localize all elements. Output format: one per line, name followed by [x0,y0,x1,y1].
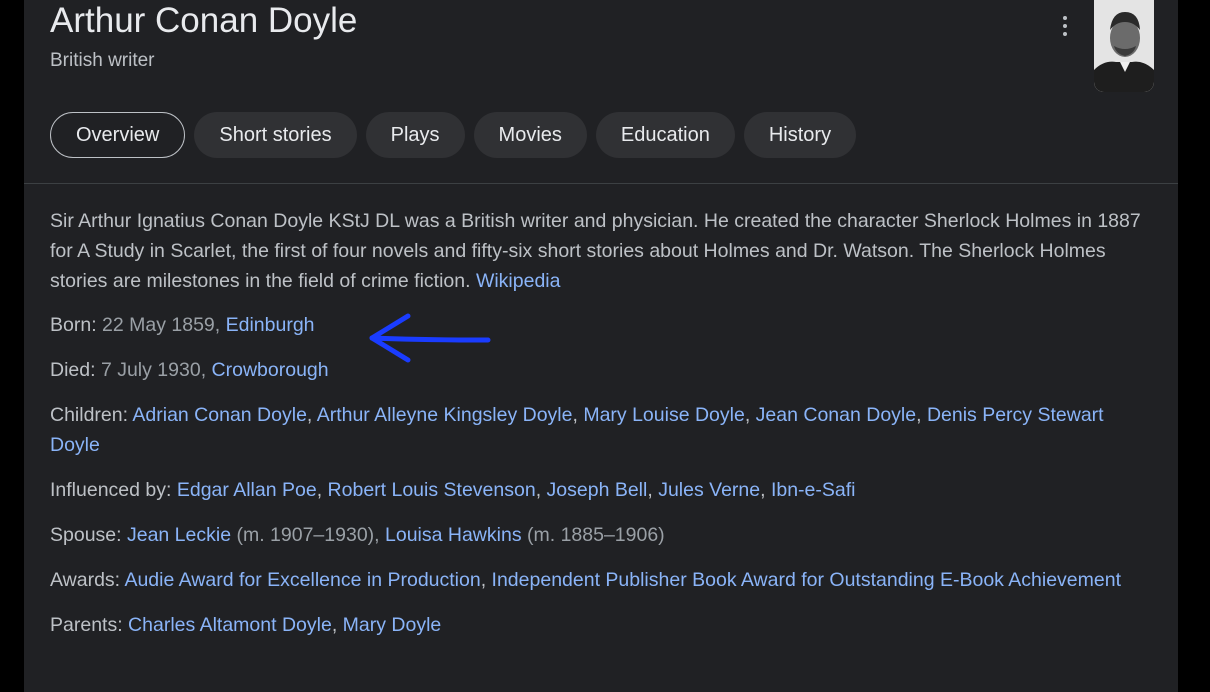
fact-label: Children: [50,404,129,426]
header-divider [24,183,1178,184]
child-link[interactable]: Jean Conan Doyle [756,404,916,426]
panel-body: Sir Arthur Ignatius Conan Doyle KStJ DL … [50,206,1150,655]
page-title: Arthur Conan Doyle [50,1,358,40]
fact-label: Born: [50,314,97,336]
tab-education[interactable]: Education [595,112,735,158]
tab-plays[interactable]: Plays [365,112,465,158]
tab-bar: Overview Short stories Plays Movies Educ… [50,112,857,158]
fact-spouse: Spouse: Jean Leckie (m. 1907–1930), Loui… [50,520,1150,550]
knowledge-panel: Arthur Conan Doyle British writer Overvi… [24,0,1178,692]
fact-parents: Parents: Charles Altamont Doyle, Mary Do… [50,614,442,636]
influence-link[interactable]: Robert Louis Stevenson [328,479,536,501]
influence-link[interactable]: Jules Verne [658,479,760,501]
fact-label: Awards: [50,569,121,591]
fact-label: Spouse: [50,524,122,546]
child-link[interactable]: Adrian Conan Doyle [132,404,307,426]
fact-died: Died: 7 July 1930, Crowborough [50,355,1150,385]
fact-born: Born: 22 May 1859, Edinburgh [50,310,1150,340]
wikipedia-link[interactable]: Wikipedia [476,270,561,292]
child-link[interactable]: Arthur Alleyne Kingsley Doyle [317,404,573,426]
spouse-link[interactable]: Jean Leckie [127,524,231,546]
parent-link[interactable]: Mary Doyle [343,614,442,636]
page-subtitle: British writer [50,50,155,71]
parent-link[interactable]: Charles Altamont Doyle [128,614,332,636]
tab-short-stories[interactable]: Short stories [194,112,357,158]
born-date: 22 May 1859, [102,314,221,336]
fact-influenced-by: Influenced by: Edgar Allan Poe, Robert L… [50,479,856,501]
tab-history[interactable]: History [743,112,857,158]
tab-movies[interactable]: Movies [473,112,587,158]
influence-link[interactable]: Edgar Allan Poe [177,479,317,501]
award-link[interactable]: Audie Award for Excellence in Production [124,569,480,591]
died-place-link[interactable]: Crowborough [212,359,329,381]
spouse-link[interactable]: Louisa Hawkins [385,524,522,546]
portrait-image[interactable] [1094,0,1154,92]
annotation-arrow-icon [369,313,491,363]
child-link[interactable]: Mary Louise Doyle [583,404,744,426]
influence-link[interactable]: Ibn-e-Safi [771,479,856,501]
description-text: Sir Arthur Ignatius Conan Doyle KStJ DL … [50,210,1141,292]
fact-awards: Awards: Audie Award for Excellence in Pr… [50,569,1122,591]
died-date: 7 July 1930, [100,359,207,381]
spouse-years: (m. 1885–1906) [527,524,665,546]
influence-link[interactable]: Joseph Bell [547,479,648,501]
fact-label: Died: [50,359,96,381]
fact-label: Parents: [50,614,123,636]
panel-header: Arthur Conan Doyle British writer Overvi… [24,0,1178,183]
award-link[interactable]: Independent Publisher Book Award for Out… [492,569,1121,591]
tab-overview[interactable]: Overview [50,112,186,158]
description: Sir Arthur Ignatius Conan Doyle KStJ DL … [50,206,1150,296]
fact-children: Children: Adrian Conan Doyle, Arthur All… [50,404,1104,456]
spouse-years: (m. 1907–1930), [236,524,380,546]
more-vert-icon[interactable] [1054,10,1076,42]
born-place-link[interactable]: Edinburgh [226,314,315,336]
fact-label: Influenced by: [50,479,172,501]
